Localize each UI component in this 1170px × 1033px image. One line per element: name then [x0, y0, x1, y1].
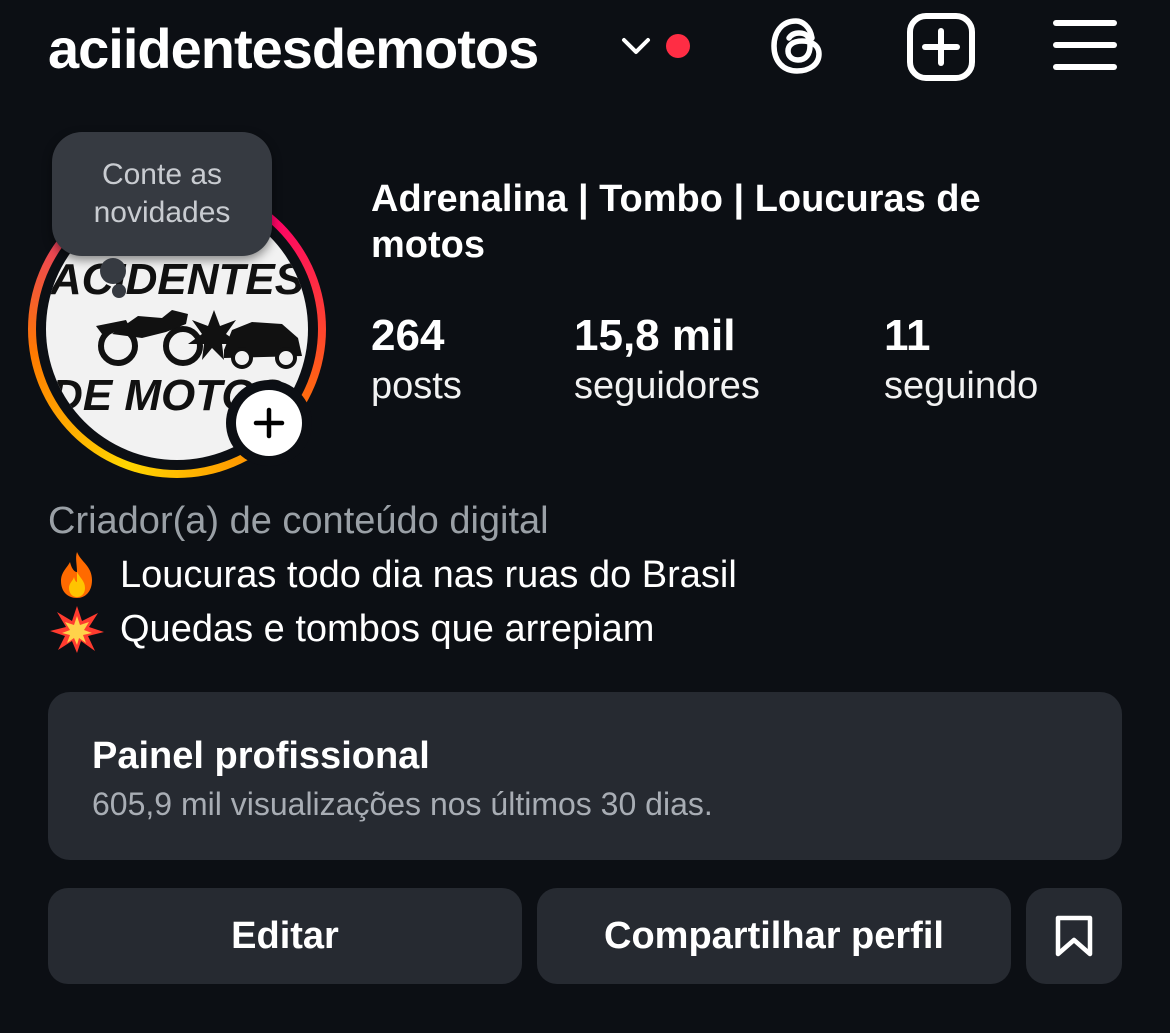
professional-dashboard-title: Painel profissional [92, 735, 430, 777]
car-icon [224, 322, 302, 369]
display-name: Adrenalina | Tombo | Loucuras de motos [371, 178, 981, 266]
bookmark-icon [1055, 915, 1093, 957]
professional-dashboard-subtitle: 605,9 mil visualizações nos últimos 30 d… [92, 786, 713, 822]
plus-square-icon[interactable] [906, 12, 976, 82]
bio-line: Loucuras todo dia nas ruas do Brasil [48, 548, 737, 602]
username-title[interactable]: aciidentesdemotos [48, 14, 539, 84]
profile-category: Criador(a) de conteúdo digital [48, 500, 549, 542]
following-count: 11 [884, 311, 931, 360]
following-label: seguindo [884, 365, 1039, 407]
fire-emoji-icon [61, 552, 92, 598]
motorcycle-icon [96, 310, 203, 366]
posts-stat[interactable]: 264 posts [371, 310, 462, 410]
share-profile-label: Compartilhar perfil [604, 914, 944, 957]
bio-line: Quedas e tombos que arrepiam [48, 602, 654, 656]
bio-text: Loucuras todo dia nas ruas do Brasil [120, 554, 737, 596]
collision-emoji-icon [50, 606, 104, 653]
following-stat[interactable]: 11 seguindo [884, 310, 1038, 410]
add-story-button[interactable] [236, 390, 302, 456]
saved-button[interactable] [1026, 888, 1122, 984]
note-text-line2: novidades [93, 196, 231, 229]
posts-count: 264 [371, 311, 445, 360]
followers-label: seguidores [574, 365, 760, 407]
hamburger-menu-icon[interactable] [1052, 18, 1118, 72]
logo-text-top: ACIDENTES [49, 255, 304, 304]
note-text-line1: Conte as [101, 158, 223, 191]
chevron-down-icon[interactable] [619, 31, 653, 61]
posts-label: posts [371, 365, 462, 407]
edit-profile-label: Editar [231, 914, 339, 957]
plus-icon [253, 407, 285, 439]
followers-count: 15,8 mil [574, 311, 736, 360]
share-profile-button[interactable]: Compartilhar perfil [537, 888, 1011, 984]
note-bubble[interactable]: Conte as novidades [52, 132, 272, 256]
note-bubble-tail [100, 258, 126, 284]
bio-text: Quedas e tombos que arrepiam [120, 608, 655, 650]
edit-profile-button[interactable]: Editar [48, 888, 522, 984]
followers-stat[interactable]: 15,8 mil seguidores [574, 310, 760, 410]
notification-dot [666, 34, 690, 58]
threads-icon[interactable] [766, 14, 830, 78]
note-bubble-tail-small [112, 284, 126, 298]
